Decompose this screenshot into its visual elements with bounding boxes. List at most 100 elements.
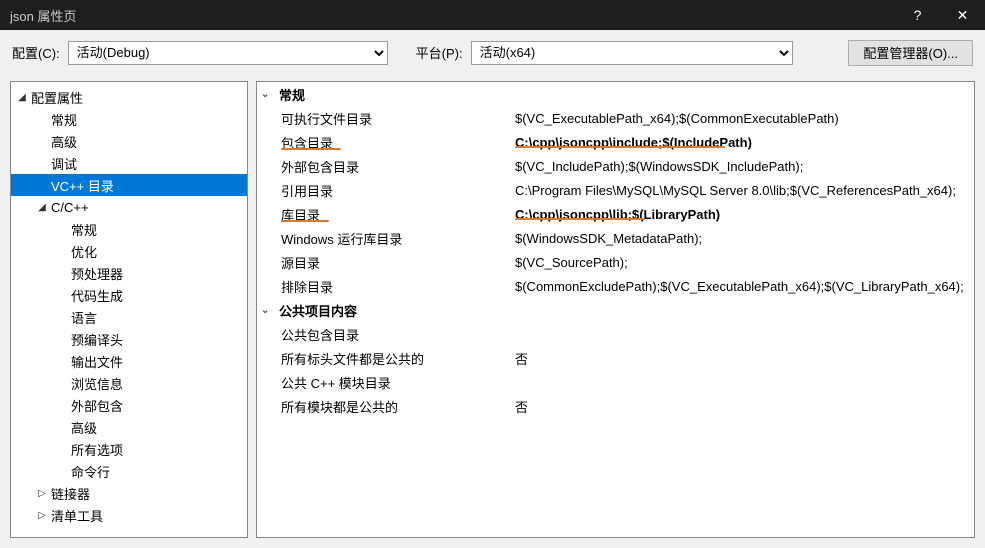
tree-item[interactable]: 外部包含 bbox=[11, 394, 247, 416]
tree-item-label: 命令行 bbox=[69, 462, 110, 481]
tree-spacer bbox=[55, 266, 69, 280]
tree-spacer bbox=[55, 398, 69, 412]
tree-spacer bbox=[55, 376, 69, 390]
tree-item-label: 输出文件 bbox=[69, 352, 123, 371]
property-row[interactable]: 包含目录C:\cpp\jsoncpp\include;$(IncludePath… bbox=[257, 130, 974, 154]
tree-item[interactable]: VC++ 目录 bbox=[11, 174, 247, 196]
property-row[interactable]: 所有模块都是公共的否 bbox=[257, 394, 974, 418]
tree-item[interactable]: 预编译头 bbox=[11, 328, 247, 350]
property-label: 包含目录 bbox=[257, 133, 515, 152]
property-label: 公共包含目录 bbox=[257, 325, 515, 344]
tree-spacer bbox=[55, 310, 69, 324]
tree-item[interactable]: 高级 bbox=[11, 130, 247, 152]
group-title: 公共项目内容 bbox=[279, 301, 357, 320]
property-row[interactable]: 所有标头文件都是公共的否 bbox=[257, 346, 974, 370]
tree-spacer bbox=[55, 354, 69, 368]
property-value[interactable]: 否 bbox=[515, 349, 974, 368]
tree-item[interactable]: 语言 bbox=[11, 306, 247, 328]
property-row[interactable]: Windows 运行库目录$(WindowsSDK_MetadataPath); bbox=[257, 226, 974, 250]
window-title: json 属性页 bbox=[10, 6, 895, 25]
tree-item[interactable]: 常规 bbox=[11, 218, 247, 240]
tree-item-label: 代码生成 bbox=[69, 286, 123, 305]
tree-item[interactable]: 预处理器 bbox=[11, 262, 247, 284]
property-label: 外部包含目录 bbox=[257, 157, 515, 176]
property-label: 可执行文件目录 bbox=[257, 109, 515, 128]
property-group-header[interactable]: ⌄常规 bbox=[257, 82, 974, 106]
property-row[interactable]: 排除目录$(CommonExcludePath);$(VC_Executable… bbox=[257, 274, 974, 298]
tree-spacer bbox=[55, 464, 69, 478]
tree-item[interactable]: 调试 bbox=[11, 152, 247, 174]
property-value[interactable]: $(VC_ExecutablePath_x64);$(CommonExecuta… bbox=[515, 111, 974, 126]
property-row[interactable]: 公共包含目录 bbox=[257, 322, 974, 346]
config-select[interactable]: 活动(Debug) bbox=[68, 41, 388, 65]
content-panel[interactable]: ⌄常规可执行文件目录$(VC_ExecutablePath_x64);$(Com… bbox=[256, 81, 975, 538]
platform-label: 平台(P): bbox=[416, 43, 463, 62]
tree-item-label: 所有选项 bbox=[69, 440, 123, 459]
property-label: 排除目录 bbox=[257, 277, 515, 296]
property-row[interactable]: 库目录C:\cpp\jsoncpp\lib;$(LibraryPath) bbox=[257, 202, 974, 226]
tree-item[interactable]: 高级 bbox=[11, 416, 247, 438]
property-value[interactable]: C:\cpp\jsoncpp\include;$(IncludePath) bbox=[515, 135, 974, 150]
tree-spacer bbox=[55, 332, 69, 346]
tree-item[interactable]: ◢C/C++ bbox=[11, 196, 247, 218]
titlebar: json 属性页 ? ✕ bbox=[0, 0, 985, 30]
tree-item[interactable]: ▷清单工具 bbox=[11, 504, 247, 526]
config-manager-button[interactable]: 配置管理器(O)... bbox=[848, 40, 973, 66]
property-row[interactable]: 公共 C++ 模块目录 bbox=[257, 370, 974, 394]
tree-item-label: 清单工具 bbox=[49, 506, 103, 525]
collapse-icon[interactable]: ◢ bbox=[15, 90, 29, 104]
toolbar: 配置(C): 活动(Debug) 平台(P): 活动(x64) 配置管理器(O)… bbox=[0, 30, 985, 75]
tree-item-label: 语言 bbox=[69, 308, 97, 327]
collapse-icon[interactable]: ◢ bbox=[35, 200, 49, 214]
property-row[interactable]: 引用目录C:\Program Files\MySQL\MySQL Server … bbox=[257, 178, 974, 202]
property-row[interactable]: 源目录$(VC_SourcePath); bbox=[257, 250, 974, 274]
property-label: 库目录 bbox=[257, 205, 515, 224]
tree-item[interactable]: 常规 bbox=[11, 108, 247, 130]
platform-select[interactable]: 活动(x64) bbox=[471, 41, 793, 65]
property-label: 公共 C++ 模块目录 bbox=[257, 373, 515, 392]
tree-item-label: 预编译头 bbox=[69, 330, 123, 349]
property-value[interactable]: $(VC_SourcePath); bbox=[515, 255, 974, 270]
close-button[interactable]: ✕ bbox=[940, 0, 985, 30]
tree-item[interactable]: 优化 bbox=[11, 240, 247, 262]
tree-item-label: C/C++ bbox=[49, 200, 89, 215]
tree-item-label: 链接器 bbox=[49, 484, 90, 503]
property-value[interactable]: $(CommonExcludePath);$(VC_ExecutablePath… bbox=[515, 279, 974, 294]
expand-icon[interactable]: ▷ bbox=[35, 486, 49, 500]
property-label: Windows 运行库目录 bbox=[257, 229, 515, 248]
tree-item-label: VC++ 目录 bbox=[49, 176, 114, 195]
tree-item-label: 配置属性 bbox=[29, 88, 83, 107]
highlight-underline bbox=[281, 148, 341, 150]
tree-item[interactable]: 输出文件 bbox=[11, 350, 247, 372]
property-value[interactable]: C:\cpp\jsoncpp\lib;$(LibraryPath) bbox=[515, 207, 974, 222]
property-label: 源目录 bbox=[257, 253, 515, 272]
expand-icon[interactable]: ▷ bbox=[35, 508, 49, 522]
tree-item[interactable]: 浏览信息 bbox=[11, 372, 247, 394]
tree-item[interactable]: 命令行 bbox=[11, 460, 247, 482]
tree-spacer bbox=[55, 244, 69, 258]
property-row[interactable]: 可执行文件目录$(VC_ExecutablePath_x64);$(Common… bbox=[257, 106, 974, 130]
tree-item[interactable]: ◢配置属性 bbox=[11, 86, 247, 108]
property-label: 所有标头文件都是公共的 bbox=[257, 349, 515, 368]
tree-spacer bbox=[55, 420, 69, 434]
config-label: 配置(C): bbox=[12, 43, 60, 62]
tree-item[interactable]: ▷链接器 bbox=[11, 482, 247, 504]
property-row[interactable]: 外部包含目录$(VC_IncludePath);$(WindowsSDK_Inc… bbox=[257, 154, 974, 178]
property-value[interactable]: C:\Program Files\MySQL\MySQL Server 8.0\… bbox=[515, 183, 974, 198]
tree-panel[interactable]: ◢配置属性常规高级调试VC++ 目录◢C/C++常规优化预处理器代码生成语言预编… bbox=[10, 81, 248, 538]
tree-spacer bbox=[35, 112, 49, 126]
property-value[interactable]: $(VC_IncludePath);$(WindowsSDK_IncludePa… bbox=[515, 159, 974, 174]
property-value[interactable]: 否 bbox=[515, 397, 974, 416]
property-value[interactable]: $(WindowsSDK_MetadataPath); bbox=[515, 231, 974, 246]
tree-item-label: 预处理器 bbox=[69, 264, 123, 283]
tree-item[interactable]: 代码生成 bbox=[11, 284, 247, 306]
tree-spacer bbox=[35, 178, 49, 192]
tree-item-label: 常规 bbox=[69, 220, 97, 239]
property-group-header[interactable]: ⌄公共项目内容 bbox=[257, 298, 974, 322]
tree-item[interactable]: 所有选项 bbox=[11, 438, 247, 460]
tree-item-label: 优化 bbox=[69, 242, 97, 261]
highlight-underline bbox=[515, 218, 645, 220]
property-label: 所有模块都是公共的 bbox=[257, 397, 515, 416]
collapse-icon: ⌄ bbox=[261, 89, 279, 100]
help-button[interactable]: ? bbox=[895, 0, 940, 30]
